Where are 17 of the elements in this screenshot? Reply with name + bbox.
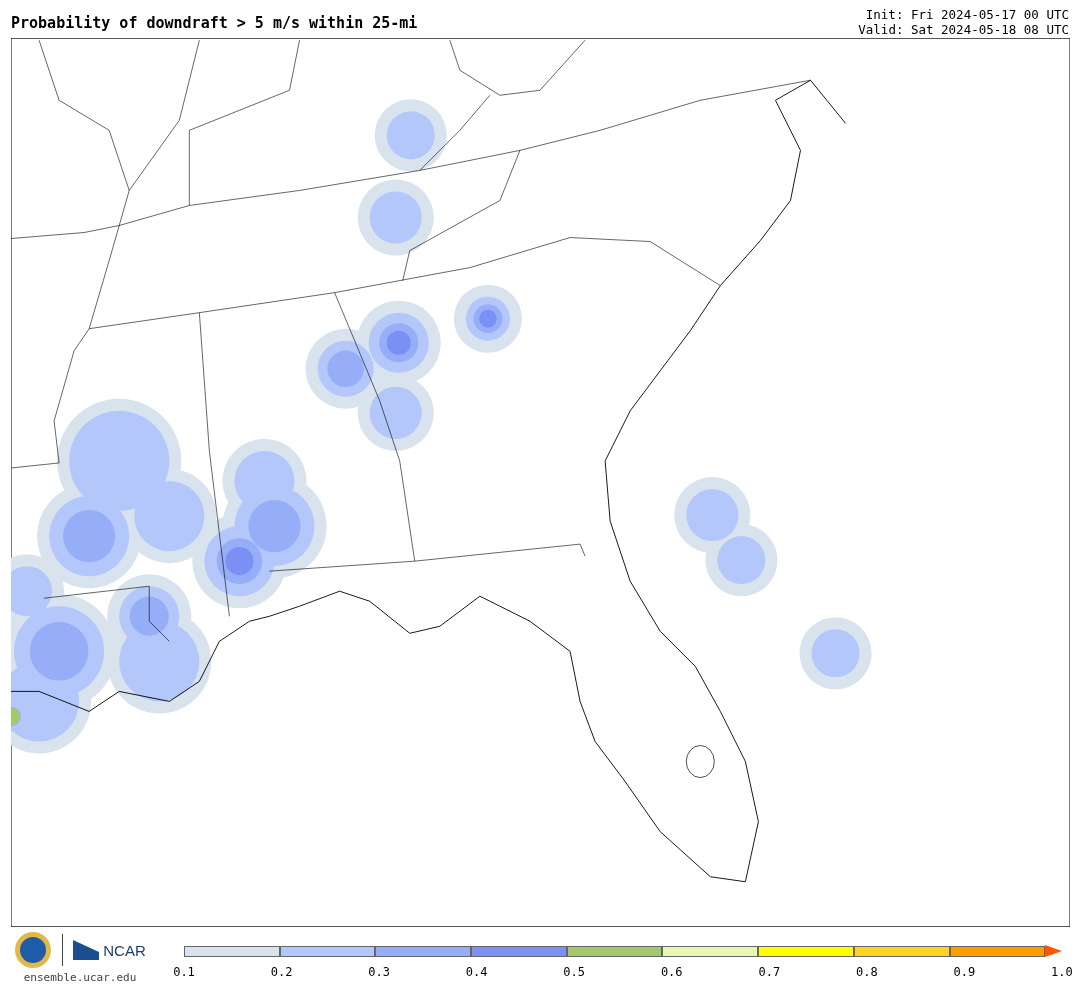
colorbar-tick-label: 1.0	[1050, 965, 1073, 979]
colorbar-tick-label: 0.3	[368, 965, 391, 979]
site-url: ensemble.ucar.edu	[23, 971, 137, 984]
chart-title: Probability of downdraft > 5 m/s within 25-mi	[11, 14, 418, 34]
colorbar-tick-label: 0.8	[855, 965, 878, 979]
ncar-logo-icon	[73, 940, 100, 960]
valid-time: Valid: Sat 2024-05-18 08 UTC	[858, 22, 1069, 37]
colorbar-tick-label: 0.2	[270, 965, 293, 979]
colorbar-tick-label: 0.1	[173, 965, 195, 979]
colorbar-tick-label: 0.7	[758, 965, 781, 979]
logo-text: NCAR	[103, 941, 146, 959]
init-time: Init: Fri 2024-05-17 00 UTC	[864, 7, 1069, 22]
colorbar-tick-label: 0.4	[465, 965, 488, 979]
globe-logo-icon	[14, 931, 53, 969]
colorbar-tick-label: 0.6	[660, 965, 683, 979]
colorbar-tick-label: 0.9	[953, 965, 976, 979]
colorbar-tick-label: 0.5	[563, 965, 586, 979]
